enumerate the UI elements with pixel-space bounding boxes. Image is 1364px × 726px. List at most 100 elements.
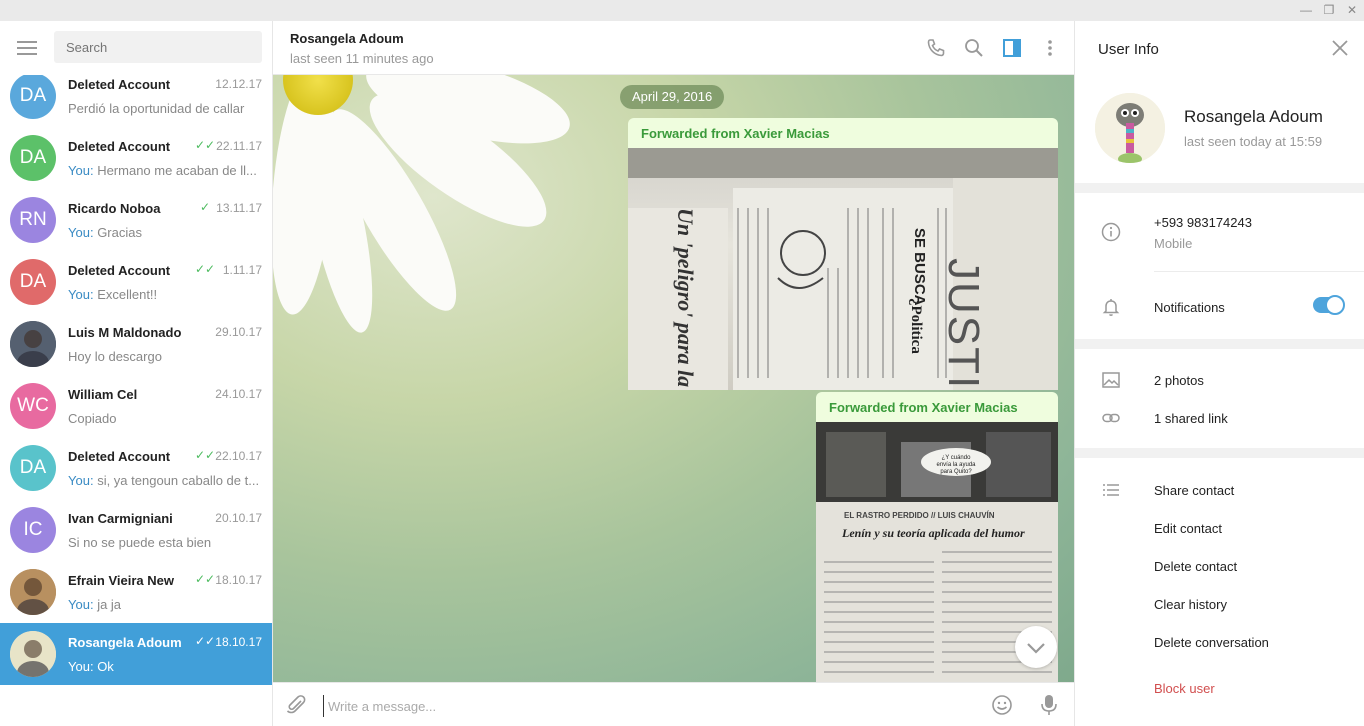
chat-list-item[interactable]: IC Ivan Carmigniani 20.10.17 Si no se puede… — [0, 499, 272, 561]
chat-list: You: 3059053279DADeleted Account12.12.17… — [0, 21, 272, 685]
chat-date: 1.11.17 — [222, 263, 262, 277]
phone-number[interactable]: +593 983174243 — [1154, 215, 1252, 230]
chat-list-item[interactable]: WC William Cel 24.10.17 Copiado — [0, 375, 272, 437]
search-icon[interactable] — [964, 38, 984, 58]
profile-name: Rosangela Adoum — [1184, 107, 1323, 126]
chat-name: Rosangela Adoum — [68, 635, 182, 650]
read-check-icon: ✓✓ — [195, 572, 216, 586]
chat-preview-text: Excellent!! — [97, 287, 158, 302]
newspaper-headline-4: ¿Politica — [908, 298, 924, 354]
menu-icon[interactable] — [17, 41, 37, 55]
you-prefix: You: — [68, 163, 94, 178]
read-check-icon: ✓✓ — [195, 634, 216, 648]
chat-list-item[interactable]: DA Deleted Account ✓✓ 22.10.17 You: si, ya t… — [0, 437, 272, 499]
chat-preview-text: Gracias — [97, 225, 142, 240]
shared-photos[interactable]: 2 photos — [1154, 373, 1204, 388]
chat-preview: You: si, ya tengoun caballo de t... — [68, 473, 262, 488]
share-contact-button[interactable]: Share contact — [1154, 483, 1234, 498]
newspaper-headline-3: JUSTIC — [939, 258, 988, 390]
delete-conversation-button[interactable]: Delete conversation — [1154, 635, 1269, 650]
forward-label[interactable]: Forwarded from Xavier Macias — [829, 400, 1018, 415]
message-area[interactable]: April 29, 2016 Forwarded from Xavier Mac… — [273, 75, 1074, 682]
photo-icon — [1102, 372, 1120, 388]
chat-date: 18.10.17 — [215, 573, 262, 587]
link-icon — [1102, 413, 1120, 423]
chat-date: 12.12.17 — [215, 77, 262, 91]
chat-preview-text: Perdió la oportunidad de callar — [68, 101, 245, 116]
edit-contact-button[interactable]: Edit contact — [1154, 521, 1222, 536]
newspaper-photo[interactable]: Un 'peligro' para la dem SE BUSCA JUSTIC… — [628, 148, 1058, 390]
forwarded-message[interactable]: Forwarded from Xavier Macias Un 'peligro… — [628, 118, 1058, 390]
chat-name: Deleted Account — [68, 449, 171, 464]
microphone-icon[interactable] — [1038, 693, 1060, 717]
chat-date: 18.10.17 — [215, 635, 262, 649]
avatar — [10, 321, 56, 367]
clear-history-button[interactable]: Clear history — [1154, 597, 1227, 612]
close-window-icon[interactable]: ✕ — [1342, 2, 1362, 18]
chat-name: Deleted Account — [68, 139, 171, 154]
panel-title: User Info — [1098, 41, 1159, 58]
phone-icon[interactable] — [926, 38, 946, 58]
more-vertical-icon[interactable] — [1040, 38, 1060, 58]
avatar — [10, 631, 56, 677]
chat-preview-text: ja ja — [97, 597, 122, 612]
avatar — [10, 569, 56, 615]
newspaper-headline-2: SE BUSCA — [911, 228, 928, 306]
you-prefix: You: — [68, 473, 94, 488]
avatar: DA — [10, 259, 56, 305]
avatar: IC — [10, 507, 56, 553]
avatar: RN — [10, 197, 56, 243]
message-input[interactable] — [323, 695, 923, 717]
section-divider — [1075, 183, 1364, 193]
user-info-panel: User Info Rosangela Adoum last seen toda… — [1074, 21, 1364, 726]
chat-list-item[interactable]: Luis M Maldonado 29.10.17 Hoy lo descargo — [0, 313, 272, 375]
restore-icon[interactable]: ❐ — [1319, 2, 1339, 18]
section-divider — [1075, 339, 1364, 349]
section-divider — [1075, 448, 1364, 458]
chat-name: Ivan Carmigniani — [68, 511, 173, 526]
profile-avatar[interactable] — [1095, 93, 1165, 163]
newspaper-headline: Un 'peligro' para la dem — [673, 208, 698, 390]
forward-label[interactable]: Forwarded from Xavier Macias — [641, 126, 830, 141]
chat-list-item[interactable]: RN Ricardo Noboa ✓ 13.11.17 You: Gracias — [0, 189, 272, 251]
read-check-icon: ✓ — [200, 200, 211, 214]
chat-preview: You: Gracias — [68, 225, 262, 240]
profile-last-seen: last seen today at 15:59 — [1184, 134, 1323, 149]
avatar: DA — [10, 73, 56, 119]
scroll-down-button[interactable] — [1015, 626, 1057, 668]
peer-name[interactable]: Rosangela Adoum — [290, 31, 404, 46]
avatar: WC — [10, 383, 56, 429]
search-input[interactable] — [54, 31, 262, 63]
chat-preview-text: Copiado — [68, 411, 117, 426]
chat-date: 22.11.17 — [216, 139, 262, 153]
read-check-icon: ✓✓ — [195, 262, 216, 276]
chat-preview: You: Ok — [68, 659, 262, 674]
chat-list-item[interactable]: DA Deleted Account ✓✓ 22.11.17 You: Hermano … — [0, 127, 272, 189]
sidebar-toggle-icon[interactable] — [1002, 38, 1022, 58]
attach-icon[interactable] — [285, 694, 307, 716]
emoji-icon[interactable] — [991, 694, 1013, 716]
chat-list-item[interactable]: Rosangela Adoum ✓✓ 18.10.17 You: Ok — [0, 623, 272, 685]
chat-date: 13.11.17 — [216, 201, 262, 215]
notifications-toggle[interactable] — [1313, 295, 1345, 315]
chat-list-item[interactable]: DA Deleted Account ✓✓ 1.11.17 You: Excellent… — [0, 251, 272, 313]
you-prefix: You: — [68, 287, 94, 302]
chat-date: 29.10.17 — [215, 325, 262, 339]
block-user-button[interactable]: Block user — [1154, 681, 1215, 696]
date-separator: April 29, 2016 — [620, 85, 725, 109]
message-composer — [273, 682, 1074, 726]
phone-type: Mobile — [1154, 236, 1193, 251]
chat-preview-text: Ok — [97, 659, 114, 674]
close-icon[interactable] — [1331, 39, 1349, 57]
bell-icon — [1102, 299, 1120, 316]
chat-list-item[interactable]: Efrain Vieira New ✓✓ 18.10.17 You: ja ja — [0, 561, 272, 623]
chat-name: Deleted Account — [68, 77, 171, 92]
chat-date: 20.10.17 — [215, 511, 262, 525]
delete-contact-button[interactable]: Delete contact — [1154, 559, 1237, 574]
chat-name: Ricardo Noboa — [68, 201, 161, 216]
shared-links[interactable]: 1 shared link — [1154, 411, 1228, 426]
window-titlebar: — ❐ ✕ — [0, 0, 1364, 21]
chat-header: Rosangela Adoum last seen 11 minutes ago — [273, 21, 1074, 75]
minimize-icon[interactable]: — — [1296, 2, 1316, 18]
chat-preview: Si no se puede esta bien — [68, 535, 262, 550]
